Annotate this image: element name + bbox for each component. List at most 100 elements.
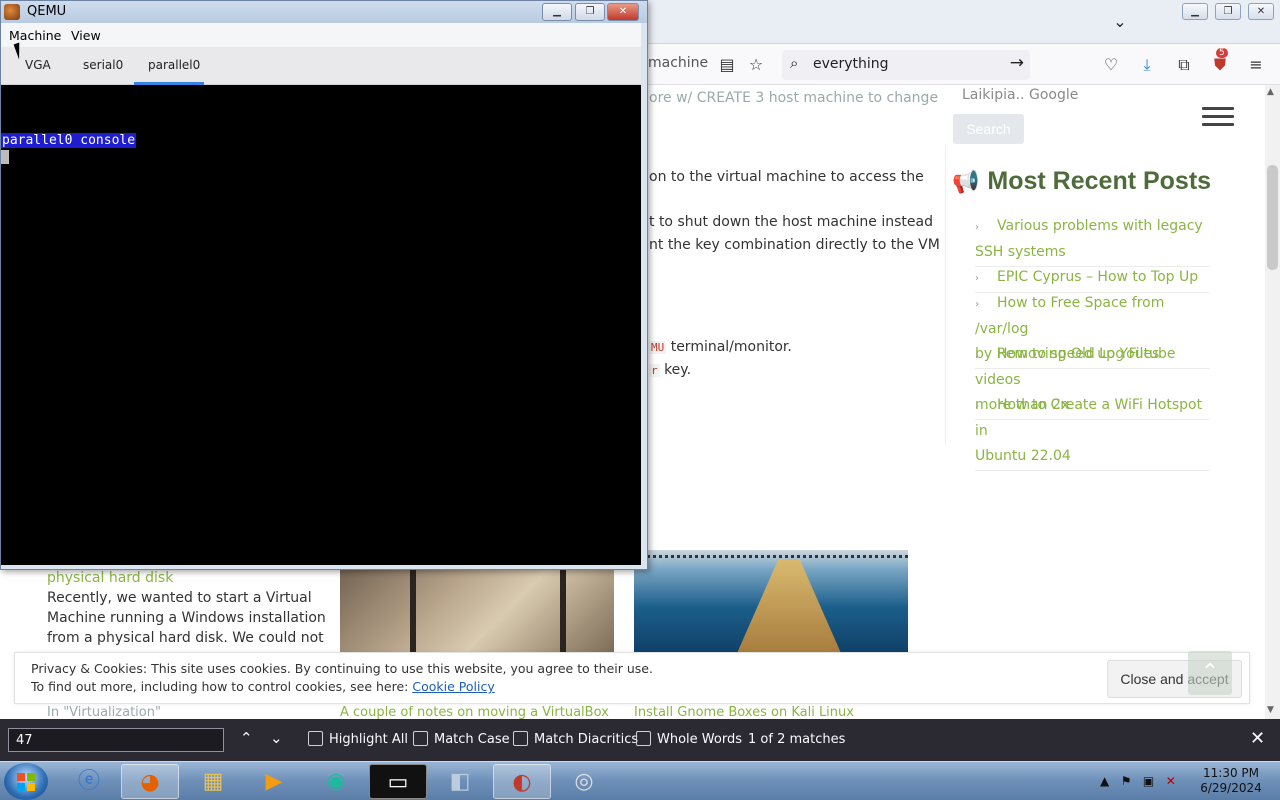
maximize-button[interactable]: ❐ [575,3,605,21]
cookie-banner: Privacy & Cookies: This site uses cookie… [14,652,1250,704]
minimize-button[interactable]: ▁ [542,3,572,21]
recent-post-link[interactable]: › Various problems with legacy SSH systems [975,214,1210,267]
extensions-icon[interactable]: ⧉ [1173,54,1195,76]
match-diacritics-checkbox[interactable]: Match Diacritics [513,731,638,747]
chevron-right-icon: › [975,350,979,361]
action-center-flag-icon[interactable]: ⚑ [1121,774,1132,788]
related-excerpt-line: Recently, we wanted to start a Virtual [47,590,312,606]
chat-app-icon[interactable]: ◉ [307,764,365,799]
tab-parallel0[interactable]: parallel0 [148,58,200,72]
media-player-icon[interactable]: ▶ [245,764,303,799]
qemu-logo-icon [4,4,20,20]
close-button[interactable]: ✕ [607,3,639,21]
sidebar-divider [945,145,946,445]
windows-logo-icon [17,773,35,791]
console-text: parallel0 console [1,133,137,148]
search-bar[interactable]: ⌕ everything → [782,50,1030,80]
article-faded-line: ore w/ CREATE 3 host machine to change [649,90,939,106]
scroll-down-icon: ▼ [1267,705,1274,715]
qemu-menubar: Machine View [1,23,647,47]
disc-burner-icon[interactable]: ◎ [555,764,613,799]
pier-thumbnail[interactable] [634,550,908,655]
cookie-policy-link[interactable]: Cookie Policy [412,679,494,694]
menu-view[interactable]: View [71,28,101,43]
find-previous-icon[interactable]: ⌃ [240,729,253,747]
search-icon: ⌕ [790,54,799,72]
chevron-right-icon: › [975,299,979,310]
tab-serial0[interactable]: serial0 [83,58,123,72]
megaphone-icon: 📢 [952,169,980,194]
bookmark-star-icon[interactable]: ☆ [745,54,767,76]
cookie-text: To find out more, including how to contr… [31,679,495,694]
command-prompt-icon[interactable]: ▭ [369,764,427,799]
go-arrow-icon[interactable]: → [1010,53,1024,73]
app-window-icon[interactable]: ◧ [431,764,489,799]
recent-post-link[interactable]: › How to Create a WiFi Hotspot in Ubuntu 2… [975,393,1210,471]
match-case-checkbox[interactable]: Match Case [413,731,510,747]
article-line: t to shut down the host machine instead [649,214,933,230]
clock[interactable]: 11:30 PM 6/29/2024 [1196,766,1266,796]
whole-words-checkbox[interactable]: Whole Words [636,731,742,747]
qemu-icon[interactable]: ◐ [493,764,551,799]
extension-badge: 5 [1216,48,1228,58]
related-excerpt-line: Machine running a Windows installation [47,610,326,626]
pocket-icon[interactable]: ♡ [1100,54,1122,76]
cookie-text: Privacy & Cookies: This site uses cookie… [31,661,653,676]
sidebar-search-label: Laikipia.. Google [962,87,1079,103]
qemu-window: QEMU ▁ ❐ ✕ Machine View VGA serial0 para… [0,0,648,570]
app-menu-icon[interactable]: ≡ [1245,54,1267,76]
article-line: MU terminal/monitor. [649,339,792,355]
related-post-title[interactable]: Install Gnome Boxes on Kali Linux [634,705,854,719]
related-post-title[interactable]: physical hard disk [47,568,327,588]
qemu-console[interactable]: parallel0 console [1,85,641,565]
sidebar-search-button[interactable]: Search [953,114,1024,144]
find-next-icon[interactable]: ⌄ [270,729,283,747]
recent-post-link[interactable]: › EPIC Cyprus – How to Top Up [975,265,1210,293]
qemu-titlebar[interactable]: QEMU ▁ ❐ ✕ [1,1,647,23]
highlight-all-checkbox[interactable]: Highlight All [308,731,408,747]
downloads-icon[interactable]: ⤓ [1136,54,1158,76]
search-input[interactable]: everything [813,56,889,72]
find-input[interactable] [8,728,224,752]
article-line: r key. [649,362,691,378]
file-explorer-icon[interactable]: ▦ [184,764,242,799]
page-scrollbar[interactable]: ▲ ▼ [1265,85,1280,719]
article-text: key. [664,362,692,378]
close-icon[interactable]: ✕ [1250,728,1265,749]
network-icon[interactable]: ▣ [1143,774,1154,788]
close-button[interactable]: ✕ [1248,3,1274,20]
reader-view-icon[interactable]: ▤ [716,54,738,76]
back-to-top-icon[interactable]: ⌃ [1188,651,1232,695]
scroll-thumb[interactable] [1267,165,1278,270]
firefox-icon[interactable]: ◕ [121,764,179,799]
taskbar: ⓔ ◕ ▦ ▶ ◉ ▭ ◧ ◐ ◎ ▲ ⚑ ▣ ✕ 11:30 PM 6/29/… [0,761,1280,800]
chevron-right-icon: › [975,273,979,284]
url-bar-text[interactable]: machine [648,55,708,71]
volume-muted-icon[interactable]: ✕ [1166,774,1176,788]
related-category: In "Virtualization" [47,705,161,719]
article-text: terminal/monitor. [670,339,792,355]
tab-vga[interactable]: VGA [25,58,51,72]
show-hidden-icons-icon[interactable]: ▲ [1100,774,1109,788]
minimize-button[interactable]: ▁ [1182,3,1208,20]
maximize-button[interactable]: ❐ [1215,3,1241,20]
related-post-title[interactable]: A couple of notes on moving a VirtualBox [340,705,609,719]
internet-explorer-icon[interactable]: ⓔ [60,764,118,799]
chevron-right-icon: › [975,222,979,233]
article-line: on to the virtual machine to access the [649,169,924,185]
list-all-tabs-icon[interactable]: ⌄ [1110,12,1130,32]
inline-code: r [649,364,660,377]
window-title: QEMU [27,4,67,19]
scroll-up-icon: ▲ [1267,87,1274,97]
inline-code: MU [649,341,667,354]
menu-machine[interactable]: Machine [9,28,61,43]
chevron-right-icon: › [975,401,979,412]
system-tray: ▲ ⚑ ▣ ✕ [1100,774,1176,788]
find-bar: ⌃ ⌄ Highlight All Match Case Match Diacr… [0,719,1280,761]
hamburger-menu-icon[interactable] [1202,107,1234,127]
console-cursor [1,150,9,164]
related-excerpt-line: from a physical hard disk. We could not [47,630,324,646]
find-match-count: 1 of 2 matches [748,732,846,747]
start-button[interactable] [4,763,48,800]
article-line: nt the key combination directly to the V… [649,237,940,253]
